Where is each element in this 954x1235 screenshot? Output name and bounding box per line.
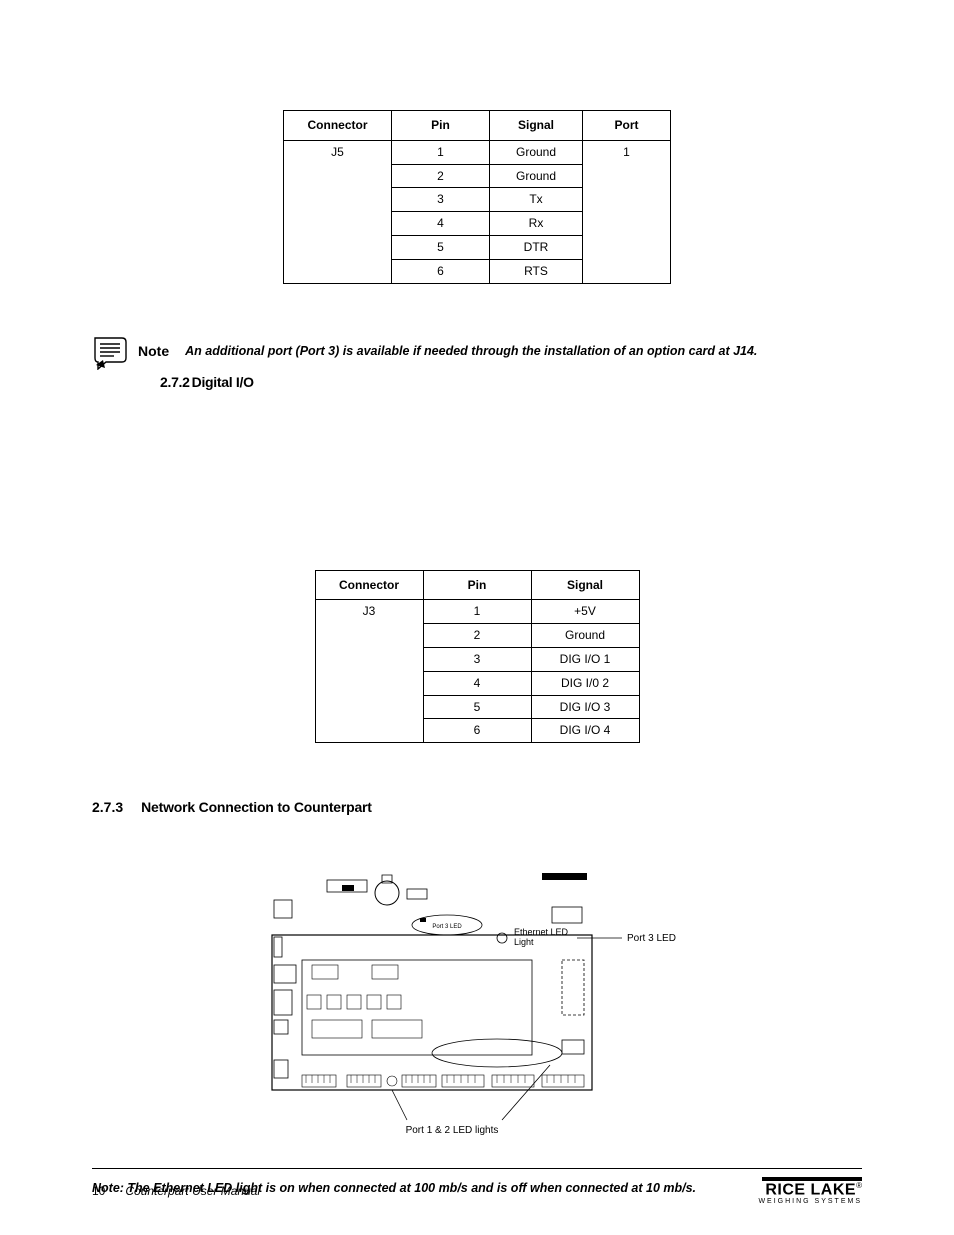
th-signal: Signal xyxy=(490,111,583,141)
cell-signal: DTR xyxy=(490,235,583,259)
page-footer: 10 Counterpart User Manual RICE LAKE® WE… xyxy=(92,1168,862,1205)
serial-port-table: Connector Pin Signal Port J5 1 Ground 1 … xyxy=(283,110,671,284)
cell-signal: RTS xyxy=(490,259,583,283)
cell-signal: Tx xyxy=(490,188,583,212)
cell-pin: 4 xyxy=(392,212,490,236)
section-number: 2.7.2 xyxy=(160,374,190,390)
cell-signal: Ground xyxy=(531,624,639,648)
label-ethernet-led: Ethernet LEDLight xyxy=(514,927,569,947)
cell-pin: 2 xyxy=(423,624,531,648)
cell-port: 1 xyxy=(583,140,671,283)
cell-signal: Ground xyxy=(490,164,583,188)
section-title: Digital I/O xyxy=(192,374,254,390)
section-heading-273: 2.7.3 Network Connection to Counterpart xyxy=(92,799,862,815)
section-title: Network Connection to Counterpart xyxy=(141,799,372,815)
note-callout: Note An additional port (Port 3) is avai… xyxy=(92,332,862,370)
cell-pin: 1 xyxy=(392,140,490,164)
cell-pin: 6 xyxy=(392,259,490,283)
section-number: 2.7.3 xyxy=(92,799,123,815)
rice-lake-logo: RICE LAKE® WEIGHING SYSTEMS xyxy=(758,1177,862,1205)
note-label: Note xyxy=(138,343,169,359)
table-row: J3 1 +5V xyxy=(315,600,639,624)
note-icon xyxy=(92,332,132,370)
th-port: Port xyxy=(583,111,671,141)
logo-sub-text: WEIGHING SYSTEMS xyxy=(758,1198,862,1205)
cell-signal: DIG I/0 2 xyxy=(531,671,639,695)
cell-pin: 2 xyxy=(392,164,490,188)
digital-io-table: Connector Pin Signal J3 1 +5V 2 Ground 3… xyxy=(315,570,640,744)
label-port3-led-external: Port 3 LED xyxy=(627,933,676,944)
cell-connector: J5 xyxy=(284,140,392,283)
cell-pin: 1 xyxy=(423,600,531,624)
table-row: J5 1 Ground 1 xyxy=(284,140,671,164)
label-port12-leds: Port 1 & 2 LED lights xyxy=(406,1125,499,1136)
cell-pin: 6 xyxy=(423,719,531,743)
note-text: An additional port (Port 3) is available… xyxy=(185,344,757,358)
section-heading-272: 2.7.2Digital I/O xyxy=(160,374,862,390)
cell-pin: 5 xyxy=(392,235,490,259)
board-diagram: Port 3 LED Ethernet LEDLight xyxy=(252,865,702,1145)
manual-title: Counterpart User Manual xyxy=(125,1184,260,1198)
th-signal: Signal xyxy=(531,570,639,600)
cell-pin: 5 xyxy=(423,695,531,719)
cell-signal: DIG I/O 4 xyxy=(531,719,639,743)
logo-main-text: RICE LAKE xyxy=(765,1181,856,1198)
cell-signal: Rx xyxy=(490,212,583,236)
cell-signal: +5V xyxy=(531,600,639,624)
cell-signal: DIG I/O 3 xyxy=(531,695,639,719)
cell-connector: J3 xyxy=(315,600,423,743)
cell-pin: 4 xyxy=(423,671,531,695)
th-connector: Connector xyxy=(315,570,423,600)
label-port3-led-internal: Port 3 LED xyxy=(432,924,462,930)
th-pin: Pin xyxy=(392,111,490,141)
cell-pin: 3 xyxy=(423,647,531,671)
page-number: 10 xyxy=(92,1184,105,1198)
th-connector: Connector xyxy=(284,111,392,141)
cell-signal: Ground xyxy=(490,140,583,164)
cell-pin: 3 xyxy=(392,188,490,212)
th-pin: Pin xyxy=(423,570,531,600)
cell-signal: DIG I/O 1 xyxy=(531,647,639,671)
